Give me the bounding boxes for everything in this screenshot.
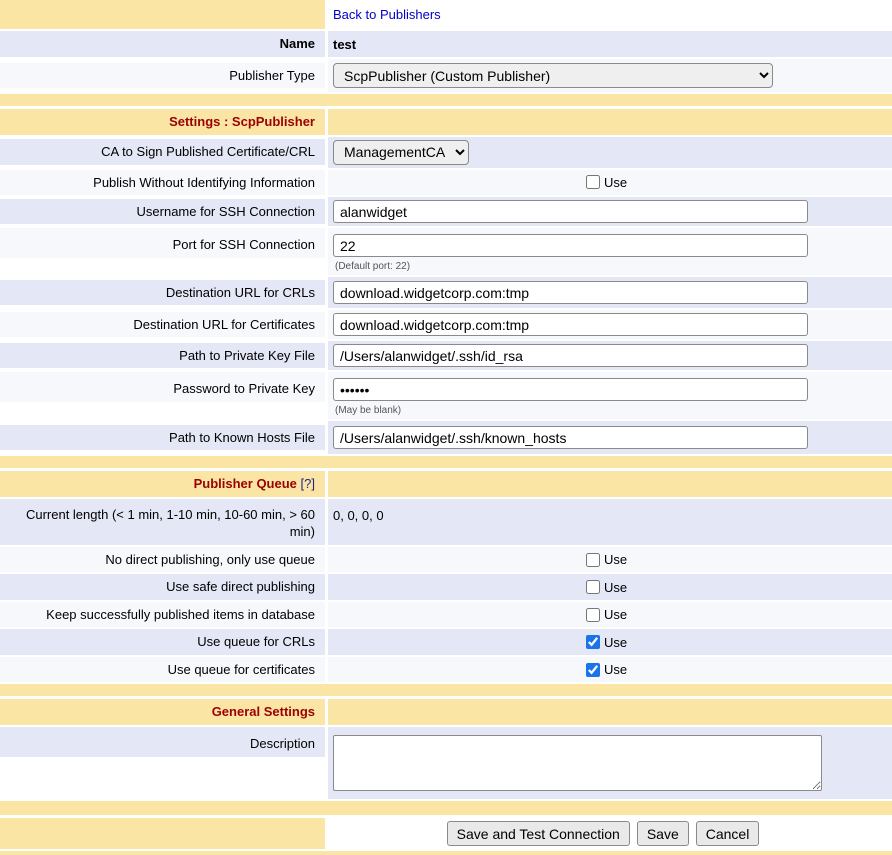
anonymize-row: Publish Without Identifying Information …: [0, 170, 892, 196]
bottom-border-strip: [0, 851, 892, 855]
ssh-port-row: Port for SSH Connection (Default port: 2…: [0, 228, 892, 275]
ssh-port-label: Port for SSH Connection: [0, 228, 325, 258]
cert-url-input[interactable]: [333, 313, 808, 336]
safe-direct-row: Use safe direct publishing Use: [0, 574, 892, 600]
only-queue-label: No direct publishing, only use queue: [0, 547, 325, 573]
save-button[interactable]: Save: [637, 821, 689, 846]
anonymize-checkbox-label: Use: [604, 175, 627, 190]
keep-published-row: Keep successfully published items in dat…: [0, 602, 892, 628]
known-hosts-row: Path to Known Hosts File: [0, 421, 892, 454]
crl-url-row: Destination URL for CRLs: [0, 277, 892, 308]
queue-certs-row: Use queue for certificates Use: [0, 657, 892, 683]
queue-header-cell: Publisher Queue [?]: [0, 471, 325, 497]
description-label: Description: [0, 727, 325, 757]
publisher-type-row: Publisher Type ScpPublisher (Custom Publ…: [0, 59, 892, 92]
keep-published-label: Keep successfully published items in dat…: [0, 602, 325, 628]
ssh-username-label: Username for SSH Connection: [0, 199, 325, 225]
general-header-row: General Settings: [0, 699, 892, 725]
known-hosts-label: Path to Known Hosts File: [0, 425, 325, 451]
cancel-button[interactable]: Cancel: [696, 821, 760, 846]
ssh-username-input[interactable]: [333, 200, 808, 223]
section-separator: [0, 456, 892, 468]
general-settings-title: General Settings: [0, 699, 325, 725]
name-value: test: [328, 31, 892, 57]
queue-crls-checkbox-label: Use: [604, 635, 627, 650]
back-link-row: Back to Publishers: [0, 0, 892, 29]
ssh-port-input[interactable]: [333, 234, 808, 257]
queue-certs-checkbox[interactable]: [586, 663, 600, 677]
save-and-test-button[interactable]: Save and Test Connection: [447, 821, 630, 846]
safe-direct-label: Use safe direct publishing: [0, 574, 325, 600]
queue-length-label: Current length (< 1 min, 1-10 min, 10-60…: [0, 499, 325, 545]
queue-certs-checkbox-label: Use: [604, 662, 627, 677]
general-header-spacer: [328, 699, 892, 725]
only-queue-checkbox-label: Use: [604, 552, 627, 567]
publisher-type-label: Publisher Type: [0, 63, 325, 89]
only-queue-row: No direct publishing, only use queue Use: [0, 547, 892, 573]
name-label: Name: [0, 31, 325, 57]
description-row: Description: [0, 727, 892, 799]
section-separator: [0, 801, 892, 815]
only-queue-checkbox[interactable]: [586, 553, 600, 567]
queue-crls-label: Use queue for CRLs: [0, 629, 325, 655]
actions-row: Save and Test Connection Save Cancel: [0, 818, 892, 849]
queue-length-value: 0, 0, 0, 0: [328, 499, 892, 545]
ca-sign-select[interactable]: ManagementCA: [333, 140, 469, 165]
cert-url-row: Destination URL for Certificates: [0, 310, 892, 339]
back-to-publishers-link[interactable]: Back to Publishers: [333, 7, 880, 22]
scp-settings-header-spacer: [328, 109, 892, 135]
key-path-row: Path to Private Key File: [0, 341, 892, 370]
crl-url-label: Destination URL for CRLs: [0, 280, 325, 306]
queue-header-spacer: [328, 471, 892, 497]
ca-sign-row: CA to Sign Published Certificate/CRL Man…: [0, 137, 892, 168]
keep-published-checkbox-label: Use: [604, 607, 627, 622]
section-separator: [0, 94, 892, 106]
key-path-label: Path to Private Key File: [0, 343, 325, 369]
actions-row-spacer: [0, 818, 325, 849]
cert-url-label: Destination URL for Certificates: [0, 312, 325, 338]
name-row: Name test: [0, 31, 892, 57]
queue-certs-label: Use queue for certificates: [0, 657, 325, 683]
description-textarea[interactable]: [333, 735, 822, 791]
scp-settings-title: Settings : ScpPublisher: [0, 109, 325, 135]
ssh-username-row: Username for SSH Connection: [0, 197, 892, 226]
key-password-row: Password to Private Key (May be blank): [0, 372, 892, 419]
publisher-type-select[interactable]: ScpPublisher (Custom Publisher): [333, 63, 773, 88]
queue-header-row: Publisher Queue [?]: [0, 471, 892, 497]
key-password-input[interactable]: [333, 378, 808, 401]
queue-crls-checkbox[interactable]: [586, 635, 600, 649]
keep-published-checkbox[interactable]: [586, 608, 600, 622]
known-hosts-input[interactable]: [333, 426, 808, 449]
back-link-row-spacer: [0, 0, 325, 29]
anonymize-label: Publish Without Identifying Information: [0, 170, 325, 196]
queue-crls-row: Use queue for CRLs Use: [0, 629, 892, 655]
key-path-input[interactable]: [333, 344, 808, 367]
key-password-note: (May be blank): [333, 405, 880, 416]
ca-sign-label: CA to Sign Published Certificate/CRL: [0, 139, 325, 165]
queue-help-link[interactable]: [?]: [301, 476, 315, 491]
queue-title: Publisher Queue: [194, 476, 297, 491]
scp-settings-header-row: Settings : ScpPublisher: [0, 109, 892, 135]
safe-direct-checkbox[interactable]: [586, 580, 600, 594]
anonymize-checkbox[interactable]: [586, 175, 600, 189]
key-password-label: Password to Private Key: [0, 372, 325, 402]
publisher-edit-page: Back to Publishers Name test Publisher T…: [0, 0, 892, 855]
safe-direct-checkbox-label: Use: [604, 580, 627, 595]
queue-length-row: Current length (< 1 min, 1-10 min, 10-60…: [0, 499, 892, 545]
section-separator: [0, 684, 892, 696]
crl-url-input[interactable]: [333, 281, 808, 304]
ssh-port-note: (Default port: 22): [333, 261, 880, 272]
